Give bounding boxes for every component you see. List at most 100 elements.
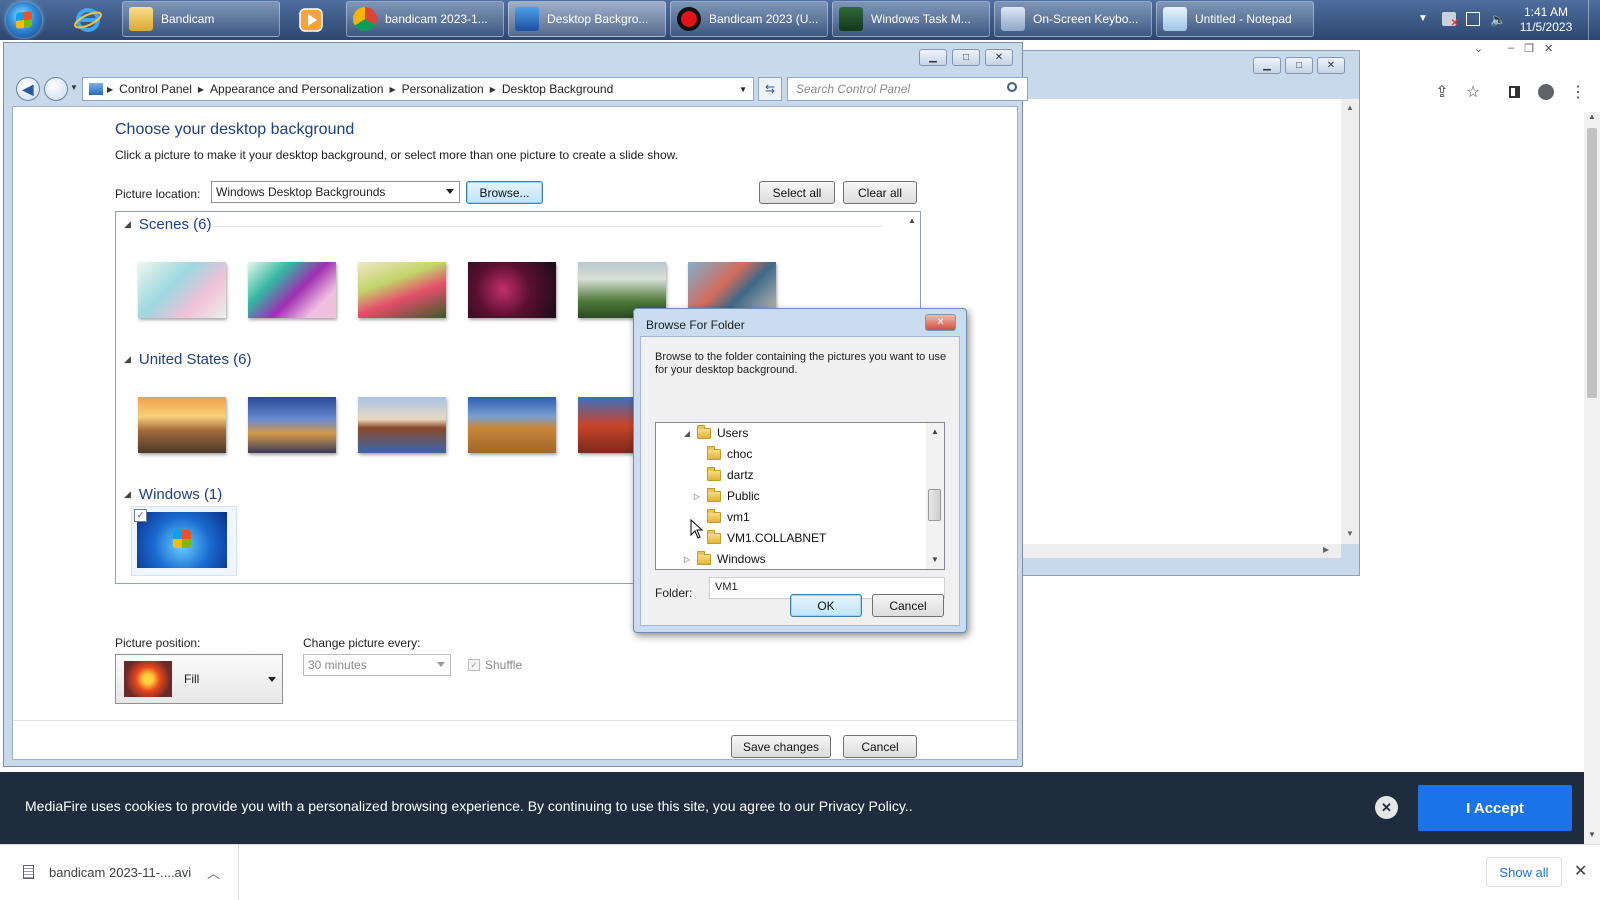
taskbar-button-bandicam[interactable]: Bandicam (122, 1, 280, 37)
chevron-down-icon[interactable]: ⌄ (1474, 42, 1483, 55)
wallpaper-thumbnail[interactable] (468, 397, 556, 453)
collapse-triangle-icon[interactable]: ◢ (124, 489, 131, 500)
address-box[interactable]: ▶ Control Panel ▶ Appearance and Persona… (82, 77, 754, 101)
bookmark-star-icon[interactable]: ☆ (1461, 80, 1485, 104)
secondary-window-scrollbar[interactable]: ▲ ▼ (1341, 99, 1359, 544)
taskbar-button-on-screen-keyboard[interactable]: On-Screen Keybo... (994, 1, 1152, 37)
page-scrollbar[interactable]: ▲ ▼ (1584, 112, 1600, 844)
picture-position-select[interactable]: Fill (115, 654, 283, 704)
secondary-window[interactable]: ▁ □ ✕ ▲ ▼ ▶ (1022, 50, 1360, 576)
maximize-button[interactable]: □ (1285, 57, 1313, 74)
close-icon[interactable]: ✕ (1544, 42, 1553, 55)
cancel-button[interactable]: Cancel (843, 735, 917, 758)
breadcrumb-appearance[interactable]: Appearance and Personalization (204, 82, 389, 96)
search-input[interactable]: Search Control Panel (787, 77, 1028, 101)
collapsed-triangle-icon[interactable]: ▷ (682, 555, 692, 564)
group-header-scenes[interactable]: ◢ Scenes (6) (124, 216, 211, 233)
restore-icon[interactable]: ❐ (1524, 42, 1534, 55)
dialog-close-button[interactable]: ✕ (925, 314, 956, 331)
select-all-button[interactable]: Select all (759, 181, 835, 204)
wallpaper-thumbnail[interactable] (137, 512, 227, 568)
search-icon[interactable] (1007, 82, 1017, 92)
clock[interactable]: 1:41 AM 11/5/2023 (1508, 0, 1584, 40)
selected-wallpaper-frame[interactable]: ✓ (131, 506, 237, 576)
folder-tree-scrollbar[interactable]: ▲ ▼ (926, 423, 944, 569)
taskbar-button-chrome[interactable]: bandicam 2023-1... (346, 1, 504, 37)
taskbar-button-bandicam-record[interactable]: Bandicam 2023 (U... (670, 1, 828, 37)
refresh-icon[interactable]: ⇆ (758, 77, 782, 101)
scroll-right-arrow-icon[interactable]: ▶ (1323, 545, 1329, 554)
side-panel-icon[interactable] (1502, 80, 1526, 104)
breadcrumb-control-panel[interactable]: Control Panel (113, 82, 198, 96)
start-button[interactable] (6, 2, 42, 38)
folder-tree[interactable]: ◢ Users choc dartz ▷ Public vm1 VM1.COLL… (655, 422, 945, 570)
action-center-icon[interactable]: ✕ (1442, 12, 1459, 29)
group-header-windows[interactable]: ◢ Windows (1) (124, 486, 222, 503)
scroll-down-arrow-icon[interactable]: ▼ (1588, 830, 1596, 839)
browse-button[interactable]: Browse... (466, 181, 543, 204)
minimize-icon[interactable]: – (1508, 42, 1514, 54)
scroll-up-arrow-icon[interactable]: ▲ (1588, 112, 1596, 121)
profile-avatar-icon[interactable] (1534, 80, 1558, 104)
taskbar-button-desktop-background[interactable]: Desktop Backgro... (508, 1, 666, 37)
wallpaper-thumbnail[interactable] (578, 397, 638, 453)
show-hidden-icons[interactable]: ▼ (1418, 13, 1428, 53)
show-desktop-button[interactable] (1588, 0, 1600, 40)
expanded-triangle-icon[interactable]: ◢ (682, 429, 692, 438)
tree-item-vm1-collabnet[interactable]: VM1.COLLABNET (707, 528, 826, 548)
save-changes-button[interactable]: Save changes (731, 735, 831, 758)
tree-item-choc[interactable]: choc (707, 444, 752, 464)
clear-all-button[interactable]: Clear all (843, 181, 917, 204)
shuffle-checkbox[interactable]: ✓ (468, 659, 480, 671)
scroll-up-arrow-icon[interactable]: ▲ (931, 427, 939, 436)
download-item[interactable]: bandicam 2023-11-....avi ︿ (0, 845, 239, 900)
volume-muted-icon[interactable]: 🔈 (1490, 12, 1506, 28)
close-download-bar-icon[interactable]: ✕ (1574, 861, 1587, 881)
taskbar-button-notepad[interactable]: Untitled - Notepad (1156, 1, 1314, 37)
back-button[interactable]: ◀ (16, 77, 40, 101)
tree-item-vm1[interactable]: vm1 (707, 507, 750, 527)
group-header-united-states[interactable]: ◢ United States (6) (124, 351, 251, 368)
address-dropdown-icon[interactable]: ▼ (739, 85, 747, 94)
secondary-window-hscrollbar[interactable]: ▶ (1023, 544, 1341, 558)
scroll-down-arrow-icon[interactable]: ▼ (1346, 529, 1354, 538)
media-player-icon[interactable] (293, 4, 329, 36)
wallpaper-thumbnail[interactable] (468, 262, 556, 318)
scroll-up-arrow-icon[interactable]: ▲ (908, 216, 916, 225)
wallpaper-thumbnail[interactable] (248, 397, 336, 453)
tree-item-public[interactable]: ▷ Public (692, 486, 760, 506)
forward-button[interactable] (44, 77, 68, 101)
wallpaper-thumbnail[interactable] (138, 397, 226, 453)
minimize-button[interactable]: ▁ (1253, 57, 1281, 74)
scrollbar-thumb[interactable] (928, 489, 941, 521)
picture-location-select[interactable]: Windows Desktop Backgrounds (211, 181, 460, 203)
ok-button[interactable]: OK (790, 594, 862, 617)
cookie-close-icon[interactable]: ✕ (1375, 796, 1398, 819)
tree-item-users[interactable]: ◢ Users (682, 423, 748, 443)
download-options-chevron-icon[interactable]: ︿ (207, 863, 220, 882)
maximize-button[interactable]: □ (952, 49, 980, 66)
wallpaper-checkbox[interactable]: ✓ (134, 509, 147, 522)
show-all-downloads-button[interactable]: Show all (1486, 857, 1562, 887)
dialog-cancel-button[interactable]: Cancel (872, 594, 944, 617)
wallpaper-thumbnail[interactable] (358, 397, 446, 453)
wallpaper-thumbnail[interactable] (358, 262, 446, 318)
more-menu-icon[interactable]: ⋮ (1566, 80, 1590, 104)
network-icon[interactable] (1466, 12, 1480, 26)
share-icon[interactable]: ⇪ (1430, 80, 1454, 104)
wallpaper-thumbnail[interactable] (248, 262, 336, 318)
breadcrumb-desktop-background[interactable]: Desktop Background (496, 82, 619, 96)
tree-item-windows[interactable]: ▷ Windows (682, 549, 766, 569)
accept-cookies-button[interactable]: I Accept (1418, 785, 1572, 831)
minimize-button[interactable]: ▁ (919, 49, 947, 66)
close-button[interactable]: ✕ (985, 49, 1013, 66)
wallpaper-thumbnail[interactable] (138, 262, 226, 318)
taskbar-button-task-manager[interactable]: Windows Task M... (832, 1, 990, 37)
scrollbar-thumb[interactable] (1587, 128, 1597, 398)
scroll-up-arrow-icon[interactable]: ▲ (1346, 103, 1354, 112)
change-picture-select[interactable]: 30 minutes (303, 654, 451, 676)
tree-item-dartz[interactable]: dartz (707, 465, 754, 485)
breadcrumb-personalization[interactable]: Personalization (396, 82, 490, 96)
close-button[interactable]: ✕ (1317, 57, 1345, 74)
collapsed-triangle-icon[interactable]: ▷ (692, 492, 702, 501)
